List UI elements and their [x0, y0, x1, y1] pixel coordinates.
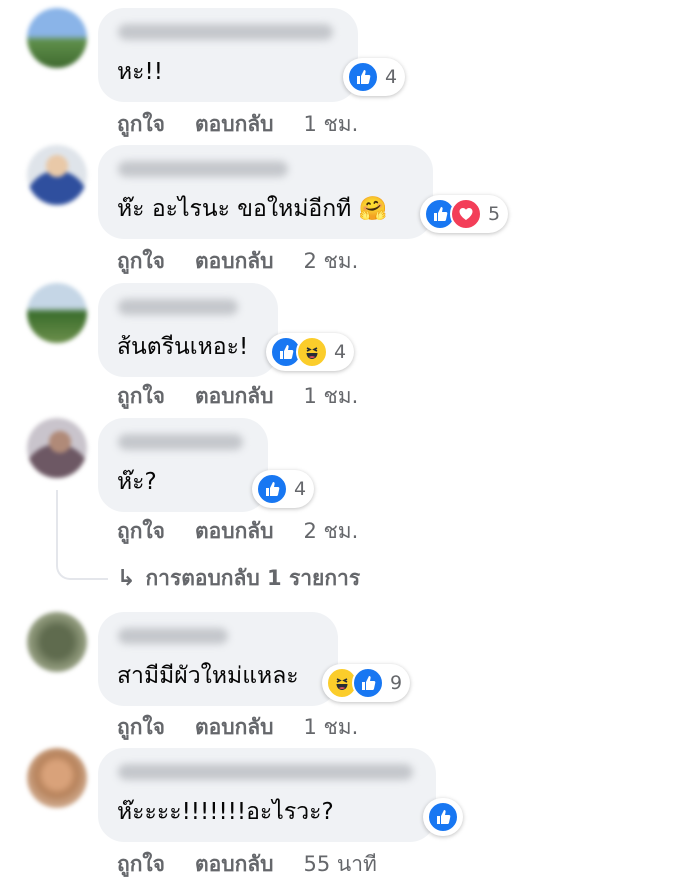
reaction-count: 9: [390, 672, 403, 694]
like-button[interactable]: ถูกใจ: [117, 245, 165, 278]
reactions-summary[interactable]: 4: [266, 333, 355, 371]
reply-button[interactable]: ตอบกลับ: [195, 380, 274, 413]
view-replies-link[interactable]: ↳ การตอบกลับ 1 รายการ: [117, 562, 360, 595]
like-reaction-icon: [256, 473, 288, 505]
comment-actions: ถูกใจ ตอบกลับ 1 ชม.: [117, 380, 358, 413]
timestamp[interactable]: 55 นาที: [304, 848, 377, 881]
reply-button[interactable]: ตอบกลับ: [195, 515, 274, 548]
timestamp[interactable]: 1 ชม.: [304, 108, 359, 141]
reply-button[interactable]: ตอบกลับ: [195, 108, 274, 141]
reactions-summary[interactable]: 4: [252, 470, 315, 508]
reaction-count: 4: [334, 341, 347, 363]
avatar[interactable]: [27, 145, 87, 205]
avatar[interactable]: [27, 283, 87, 343]
like-reaction-icon: [347, 61, 379, 93]
view-replies-label: การตอบกลับ 1 รายการ: [145, 566, 361, 590]
avatar[interactable]: [27, 418, 87, 478]
timestamp[interactable]: 1 ชม.: [304, 711, 359, 744]
comment-actions: ถูกใจ ตอบกลับ 1 ชม.: [117, 108, 358, 141]
reply-arrow-icon: ↳: [117, 566, 136, 591]
comment-text: ส้นตรีนเหอะ!: [117, 334, 249, 360]
author-name-blurred[interactable]: [118, 434, 243, 450]
comment-bubble: หะ!!: [98, 8, 358, 102]
avatar[interactable]: [27, 612, 87, 672]
haha-reaction-icon: [296, 336, 328, 368]
comment-text: ห๊ะ อะไรนะ ขอใหม่อีกที 🤗: [117, 196, 388, 222]
reply-button[interactable]: ตอบกลับ: [195, 848, 274, 881]
avatar[interactable]: [27, 748, 87, 808]
author-name-blurred[interactable]: [118, 628, 228, 644]
comment-text: สามีมีผัวใหม่แหละ: [117, 663, 299, 689]
reply-button[interactable]: ตอบกลับ: [195, 245, 274, 278]
timestamp[interactable]: 1 ชม.: [304, 380, 359, 413]
thread-connector-line: [56, 490, 108, 580]
reaction-count: 4: [385, 66, 398, 88]
reactions-summary[interactable]: [423, 798, 463, 836]
reactions-summary[interactable]: 4: [343, 58, 406, 96]
comment-text: ห๊ะะะะ!!!!!!!อะไรวะ?: [117, 799, 334, 825]
like-button[interactable]: ถูกใจ: [117, 848, 165, 881]
avatar[interactable]: [27, 8, 87, 68]
timestamp[interactable]: 2 ชม.: [304, 245, 359, 278]
like-button[interactable]: ถูกใจ: [117, 380, 165, 413]
comment-actions: ถูกใจ ตอบกลับ 2 ชม.: [117, 515, 358, 548]
like-reaction-icon: [352, 667, 384, 699]
comment-bubble: ห๊ะะะะ!!!!!!!อะไรวะ?: [98, 748, 436, 842]
comment-text: ห๊ะ?: [117, 469, 157, 495]
author-name-blurred[interactable]: [118, 24, 333, 40]
comment-bubble: ห๊ะ?: [98, 418, 268, 512]
love-reaction-icon: [450, 198, 482, 230]
reactions-summary[interactable]: 5: [420, 195, 509, 233]
reactions-summary[interactable]: 9: [322, 664, 411, 702]
reaction-count: 5: [488, 203, 501, 225]
reaction-count: 4: [294, 478, 307, 500]
comment-bubble: สามีมีผัวใหม่แหละ: [98, 612, 338, 706]
reply-button[interactable]: ตอบกลับ: [195, 711, 274, 744]
comment-actions: ถูกใจ ตอบกลับ 1 ชม.: [117, 711, 358, 744]
comment-bubble: ส้นตรีนเหอะ!: [98, 283, 278, 377]
author-name-blurred[interactable]: [118, 299, 238, 315]
like-button[interactable]: ถูกใจ: [117, 711, 165, 744]
comment-text: หะ!!: [117, 59, 163, 85]
comment-bubble: ห๊ะ อะไรนะ ขอใหม่อีกที 🤗: [98, 145, 433, 239]
author-name-blurred[interactable]: [118, 161, 288, 177]
like-button[interactable]: ถูกใจ: [117, 515, 165, 548]
author-name-blurred[interactable]: [118, 764, 413, 780]
timestamp[interactable]: 2 ชม.: [304, 515, 359, 548]
comment-actions: ถูกใจ ตอบกลับ 55 นาที: [117, 848, 377, 881]
like-button[interactable]: ถูกใจ: [117, 108, 165, 141]
like-reaction-icon: [427, 801, 459, 833]
comment-actions: ถูกใจ ตอบกลับ 2 ชม.: [117, 245, 358, 278]
